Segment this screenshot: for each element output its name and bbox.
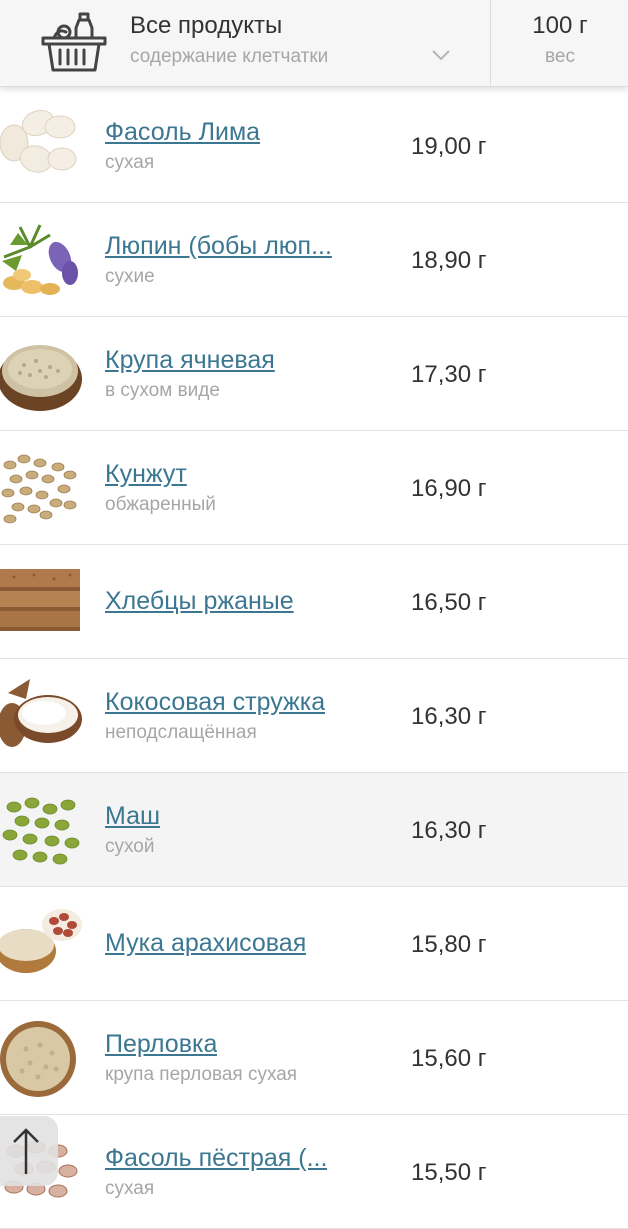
list-item[interactable]: Фасоль пёстрая (... сухая 15,50 г	[0, 1115, 628, 1229]
fiber-amount: 16,90 г	[411, 475, 487, 502]
product-description: неподслащённая	[105, 722, 257, 743]
product-description: сухая	[105, 152, 155, 173]
basket-icon[interactable]	[40, 8, 108, 74]
fiber-amount: 15,80 г	[411, 931, 487, 958]
product-name-link[interactable]: Фасоль пёстрая (...	[105, 1144, 327, 1173]
weight-selector[interactable]: 100 г вес	[490, 0, 628, 86]
product-name-link[interactable]: Кокосовая стружка	[105, 688, 325, 717]
list-item[interactable]: Кунжут обжаренный 16,90 г	[0, 431, 628, 545]
list-item[interactable]: Люпин (бобы люп... сухие 18,90 г	[0, 203, 628, 317]
product-name-link[interactable]: Фасоль Лима	[105, 118, 260, 147]
list-item[interactable]: Перловка крупа перловая сухая 15,60 г	[0, 1001, 628, 1115]
category-selector[interactable]: Все продукты содержание клетчатки	[130, 0, 490, 86]
sort-criterion: содержание клетчатки	[130, 46, 329, 67]
product-name-link[interactable]: Крупа ячневая	[105, 346, 275, 375]
lupin-image	[2, 224, 78, 295]
sesame-image	[1, 454, 77, 524]
list-item[interactable]: Хлебцы ржаные 16,50 г	[0, 545, 628, 659]
product-description: сухие	[105, 266, 155, 287]
rye-crispbread-image	[0, 569, 80, 631]
product-description: в сухом виде	[105, 380, 220, 401]
fiber-amount: 16,30 г	[411, 817, 487, 844]
pearl-barley-image	[0, 1021, 76, 1097]
product-description: крупа перловая сухая	[105, 1064, 298, 1085]
barley-grits-image	[0, 345, 82, 411]
list-item[interactable]: Фасоль Лима сухая 19,00 г	[0, 89, 628, 203]
weight-label: вес	[545, 46, 575, 67]
arrow-up-icon	[13, 1128, 39, 1174]
product-name-link[interactable]: Мука арахисовая	[105, 929, 306, 958]
list-item[interactable]: Мука арахисовая 15,80 г	[0, 887, 628, 1001]
fiber-amount: 16,30 г	[411, 703, 487, 730]
product-name-link[interactable]: Маш	[105, 802, 160, 831]
fiber-amount: 17,30 г	[411, 361, 487, 388]
list-item[interactable]: Маш сухой 16,30 г	[0, 773, 628, 887]
list-item[interactable]: Кокосовая стружка неподслащённая 16,30 г	[0, 659, 628, 773]
fiber-amount: 18,90 г	[411, 247, 487, 274]
lima-beans-image	[0, 109, 77, 173]
product-name-link[interactable]: Хлебцы ржаные	[105, 587, 294, 616]
fiber-amount: 16,50 г	[411, 589, 487, 616]
product-name-link[interactable]: Перловка	[105, 1030, 217, 1059]
product-description: обжаренный	[105, 494, 216, 515]
list-item[interactable]: Крупа ячневая в сухом виде 17,30 г	[0, 317, 628, 431]
product-name-link[interactable]: Люпин (бобы люп...	[105, 232, 332, 261]
peanut-flour-image	[0, 909, 82, 973]
coconut-image	[0, 679, 82, 747]
fiber-amount: 19,00 г	[411, 133, 487, 160]
chevron-down-icon[interactable]	[430, 48, 452, 62]
scroll-to-top-button[interactable]	[0, 1116, 58, 1186]
top-bar: Все продукты содержание клетчатки 100 г …	[0, 0, 628, 87]
product-description: сухой	[105, 836, 155, 857]
mung-beans-image	[2, 797, 80, 865]
product-list: Фасоль Лима сухая 19,00 г Люпин (бобы лю…	[0, 89, 628, 1229]
category-title: Все продукты	[130, 12, 283, 39]
product-name-link[interactable]: Кунжут	[105, 460, 187, 489]
fiber-amount: 15,50 г	[411, 1159, 487, 1186]
product-description: сухая	[105, 1178, 155, 1199]
fiber-amount: 15,60 г	[411, 1045, 487, 1072]
weight-value: 100 г	[532, 12, 588, 39]
